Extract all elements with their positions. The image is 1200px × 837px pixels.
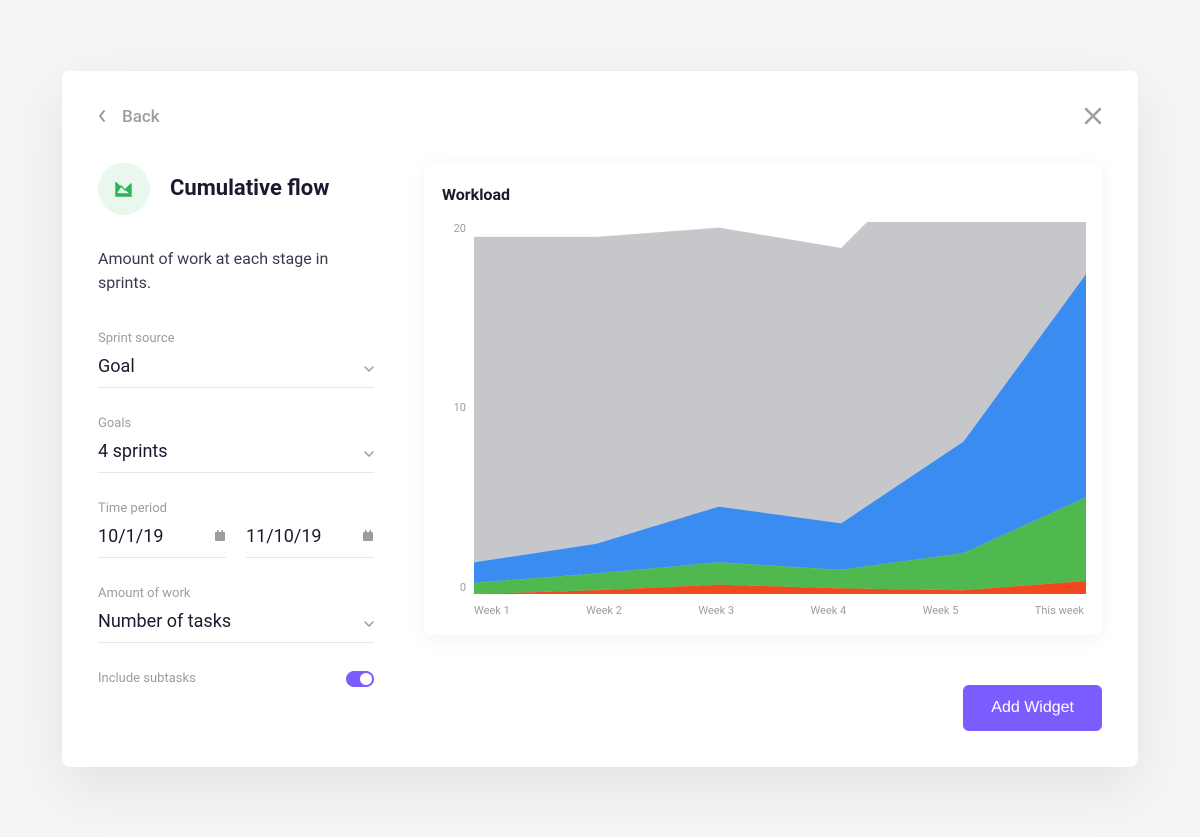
x-tick: Week 2 [586, 604, 622, 617]
panel-title: Cumulative flow [170, 176, 329, 201]
sprint-source-value: Goal [98, 356, 135, 377]
amount-of-work-label: Amount of work [98, 586, 374, 601]
calendar-icon [362, 527, 374, 546]
config-panel: Cumulative flow Amount of work at each s… [98, 163, 374, 731]
panel-title-row: Cumulative flow [98, 163, 374, 215]
include-subtasks-row: Include subtasks [98, 671, 374, 687]
footer-row: Add Widget [424, 685, 1102, 731]
amount-of-work-field: Amount of work Number of tasks [98, 586, 374, 643]
widget-config-modal: Back Cumulative flow Amount of work at e… [62, 71, 1138, 767]
end-date-input[interactable]: 11/10/19 [246, 526, 374, 558]
goals-label: Goals [98, 416, 374, 431]
y-tick: 20 [454, 222, 466, 235]
date-range-row: 10/1/19 11/10/19 [98, 526, 374, 558]
y-tick: 10 [454, 401, 466, 414]
chevron-down-icon [364, 442, 374, 461]
x-tick: Week 3 [698, 604, 734, 617]
start-date-value: 10/1/19 [98, 526, 163, 547]
chart-title: Workload [442, 185, 1084, 204]
include-subtasks-toggle[interactable] [346, 671, 374, 687]
x-tick: Week 5 [923, 604, 959, 617]
chart-svg [474, 222, 1086, 594]
back-button[interactable]: Back [98, 107, 160, 127]
add-widget-button[interactable]: Add Widget [963, 685, 1102, 731]
chevron-left-icon [98, 107, 106, 127]
close-button[interactable] [1084, 103, 1102, 131]
x-tick: Week 1 [474, 604, 510, 617]
x-tick: This week [1035, 604, 1084, 617]
chart-area: 20 10 0 Week 1 Week 2 Week 3 Week 4 Week 5 Th… [442, 222, 1084, 617]
goals-select[interactable]: 4 sprints [98, 441, 374, 473]
y-tick: 0 [460, 581, 466, 594]
y-axis: 20 10 0 [442, 222, 466, 594]
goals-value: 4 sprints [98, 441, 168, 462]
modal-content: Cumulative flow Amount of work at each s… [98, 163, 1102, 731]
sprint-source-label: Sprint source [98, 331, 374, 346]
area-chart-icon [98, 163, 150, 215]
end-date-value: 11/10/19 [246, 526, 322, 547]
modal-header: Back [98, 103, 1102, 131]
amount-of-work-select[interactable]: Number of tasks [98, 611, 374, 643]
time-period-label: Time period [98, 501, 374, 516]
calendar-icon [214, 527, 226, 546]
start-date-input[interactable]: 10/1/19 [98, 526, 226, 558]
goals-field: Goals 4 sprints [98, 416, 374, 473]
chart-container: Workload 20 10 0 Week 1Week 2Week 3Week … [424, 163, 1102, 635]
include-subtasks-label: Include subtasks [98, 671, 196, 686]
chevron-down-icon [364, 612, 374, 631]
x-tick: Week 4 [810, 604, 846, 617]
panel-subtitle: Amount of work at each stage in sprints. [98, 247, 374, 295]
sprint-source-field: Sprint source Goal [98, 331, 374, 388]
x-axis: Week 1 Week 2 Week 3 Week 4 Week 5 This week [474, 604, 1084, 617]
time-period-field: Time period 10/1/19 11/10/19 [98, 501, 374, 558]
sprint-source-select[interactable]: Goal [98, 356, 374, 388]
toggle-knob [360, 673, 372, 685]
chevron-down-icon [364, 357, 374, 376]
back-label: Back [122, 107, 160, 127]
amount-of-work-value: Number of tasks [98, 611, 231, 632]
preview-panel: Workload 20 10 0 Week 1Week 2Week 3Week … [424, 163, 1102, 731]
